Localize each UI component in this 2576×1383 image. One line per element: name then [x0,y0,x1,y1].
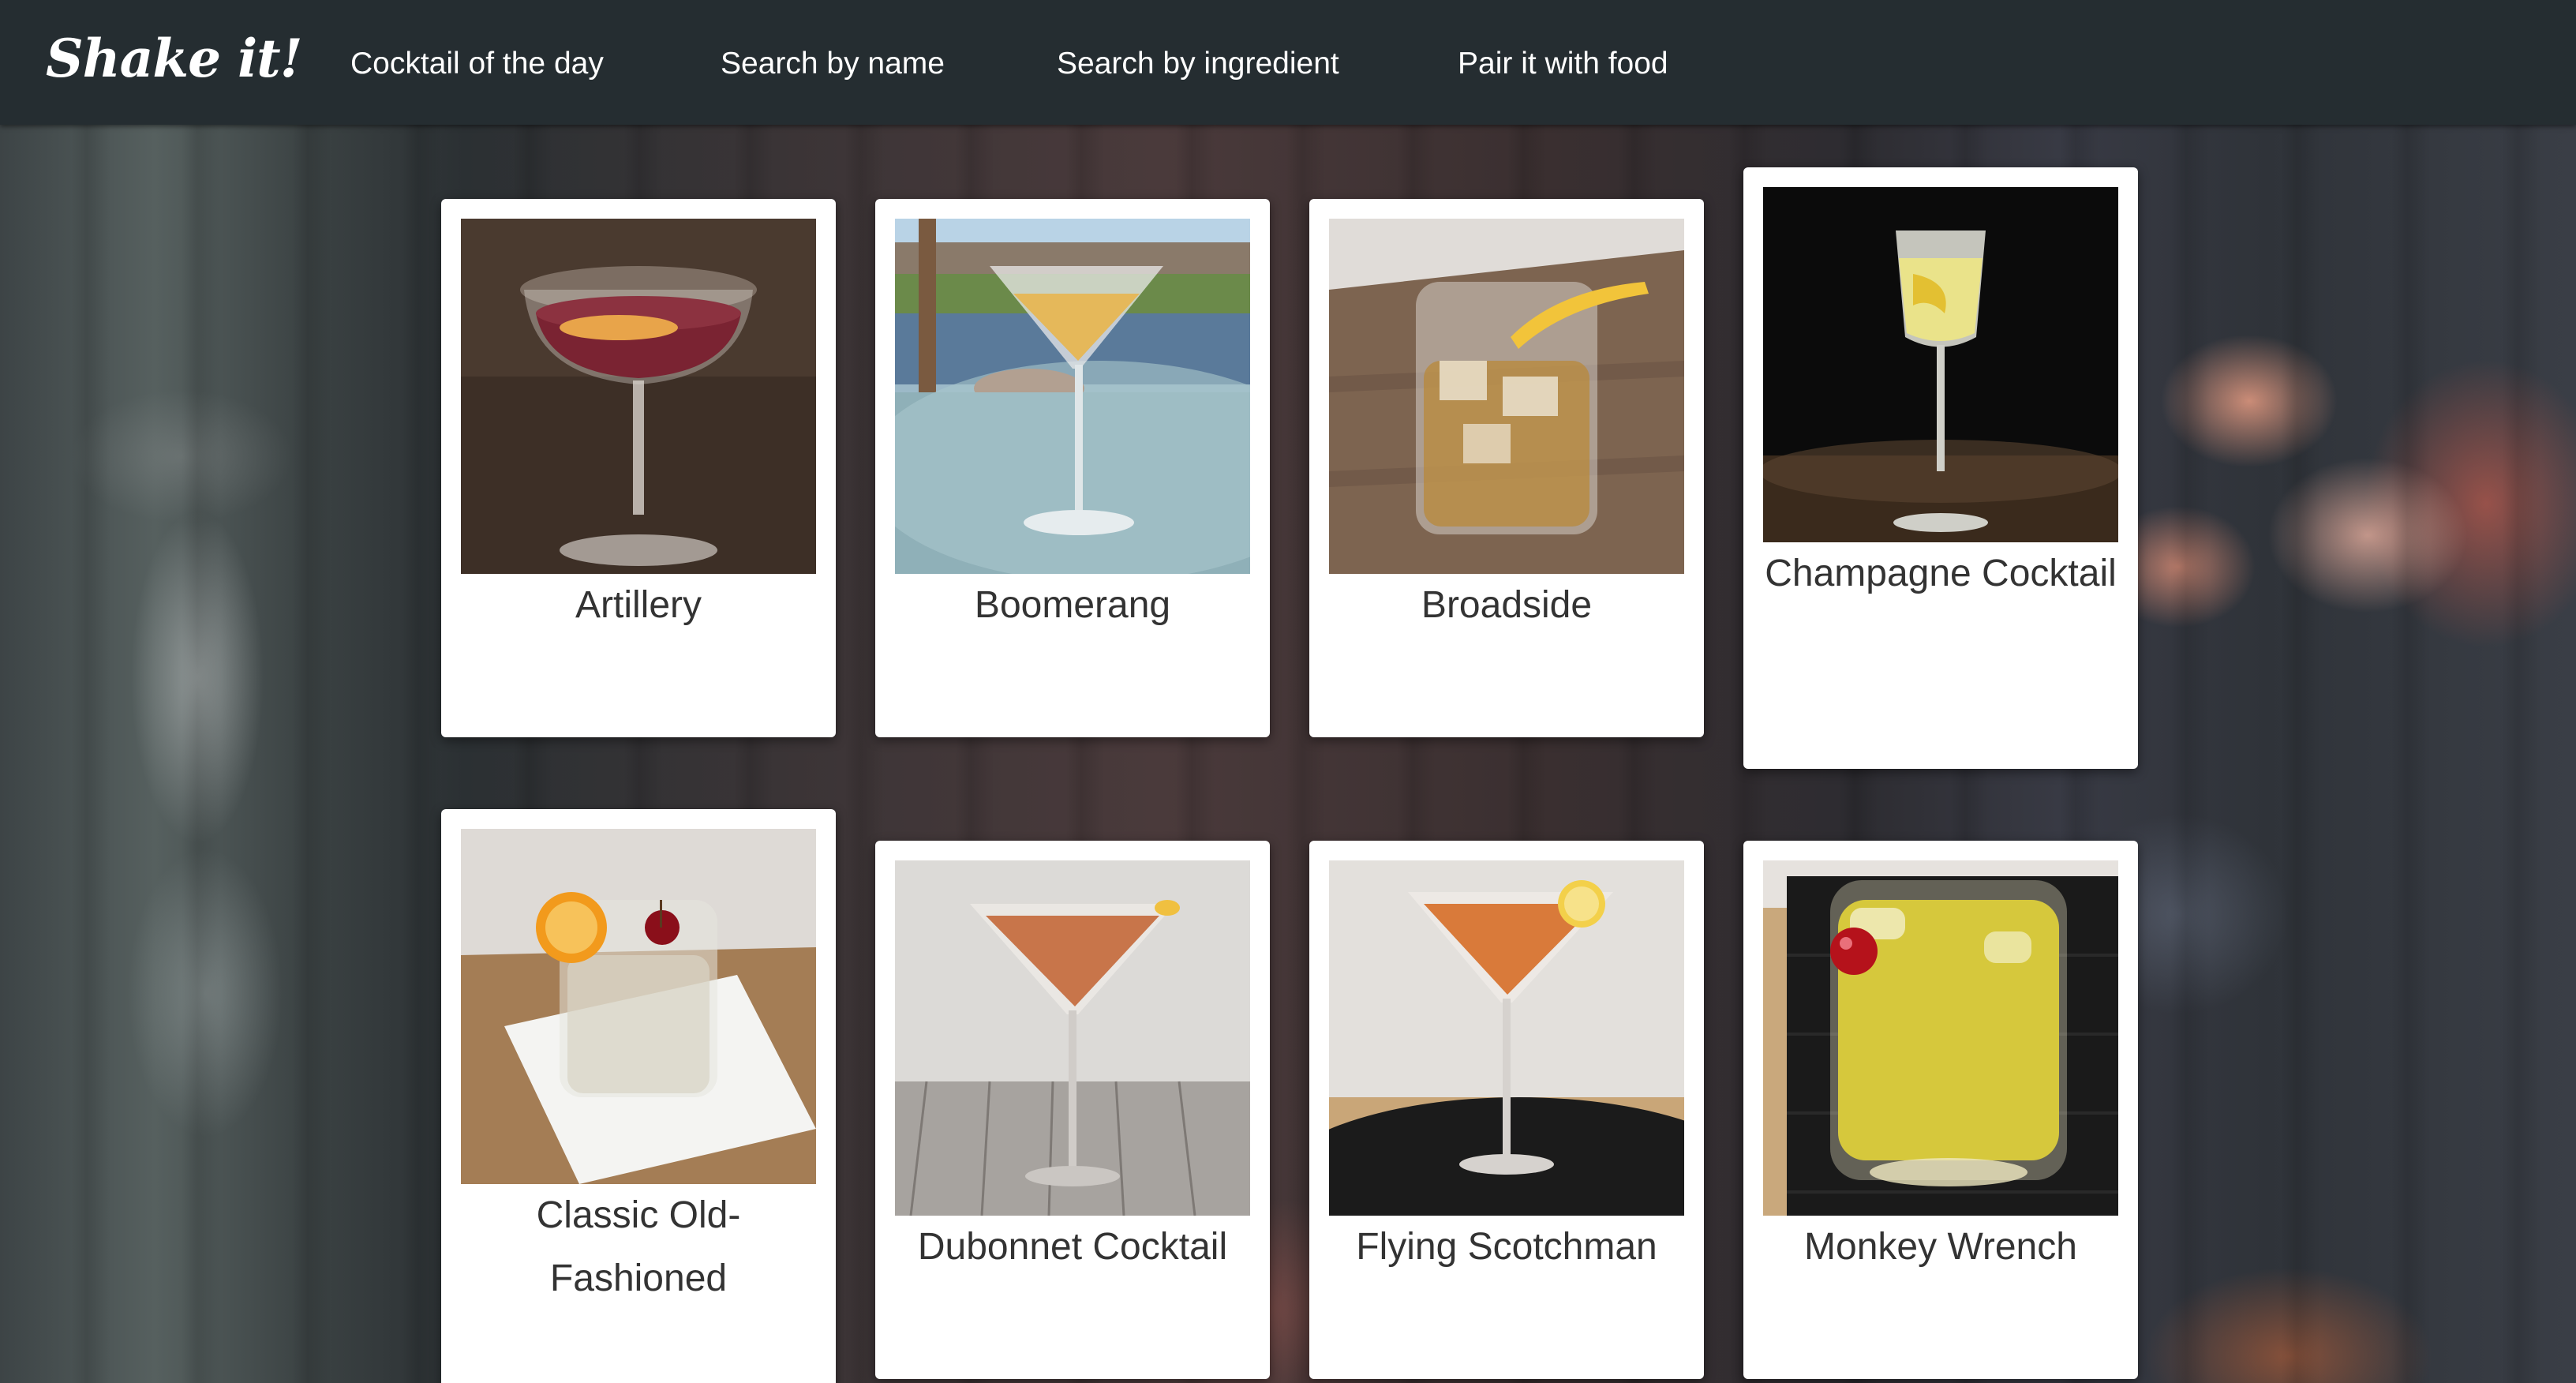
navbar: Shake it! Cocktail of the day Search by … [0,0,2576,125]
nav-search-by-ingredient[interactable]: Search by ingredient [1057,36,1339,92]
cocktail-card-dubonnet-cocktail[interactable]: Dubonnet Cocktail [875,841,1270,1379]
nav-pair-with-food[interactable]: Pair it with food [1458,36,1668,92]
cocktail-name: Boomerang [974,584,1171,626]
nav-search-by-name[interactable]: Search by name [721,36,945,92]
cocktail-name: Dubonnet Cocktail [917,1226,1228,1268]
cocktail-card-broadside[interactable]: Broadside [1309,199,1704,737]
cocktail-name: Classic Old-Fashioned [536,1194,741,1299]
cocktail-photo [1763,187,2118,542]
cocktail-name: Broadside [1421,584,1593,626]
cocktail-photo [895,860,1250,1216]
champagne-flute-icon [1763,187,2118,542]
cocktail-card-monkey-wrench[interactable]: Monkey Wrench [1743,841,2138,1379]
highball-glass-icon [1763,860,2118,1216]
cocktail-card-champagne-cocktail[interactable]: Champagne Cocktail [1743,167,2138,769]
cocktail-photo [1329,219,1684,574]
cocktail-card-boomerang[interactable]: Boomerang [875,199,1270,737]
martini-glass-icon [1329,860,1684,1216]
brand-logo[interactable]: Shake it! [46,19,303,98]
martini-glass-icon [895,860,1250,1216]
cocktail-photo [461,219,816,574]
cocktail-name: Monkey Wrench [1804,1226,2077,1268]
coupe-glass-icon [461,219,816,574]
cocktail-card-artillery[interactable]: Artillery [441,199,836,737]
rocks-glass-icon [1329,219,1684,574]
background-bar-photo [0,125,2576,1383]
cocktail-name: Flying Scotchman [1356,1226,1657,1268]
cocktail-photo [895,219,1250,574]
cocktail-name: Artillery [575,584,702,626]
cocktail-card-classic-old-fashioned[interactable]: Classic Old-Fashioned [441,809,836,1383]
cocktail-photo [1763,860,2118,1216]
cocktail-card-flying-scotchman[interactable]: Flying Scotchman [1309,841,1704,1379]
rocks-glass-icon [461,829,816,1184]
nav-cocktail-of-the-day[interactable]: Cocktail of the day [350,36,604,92]
martini-glass-icon [895,219,1250,574]
cocktail-photo [1329,860,1684,1216]
cocktail-name: Champagne Cocktail [1765,553,2117,594]
cocktail-photo [461,829,816,1184]
